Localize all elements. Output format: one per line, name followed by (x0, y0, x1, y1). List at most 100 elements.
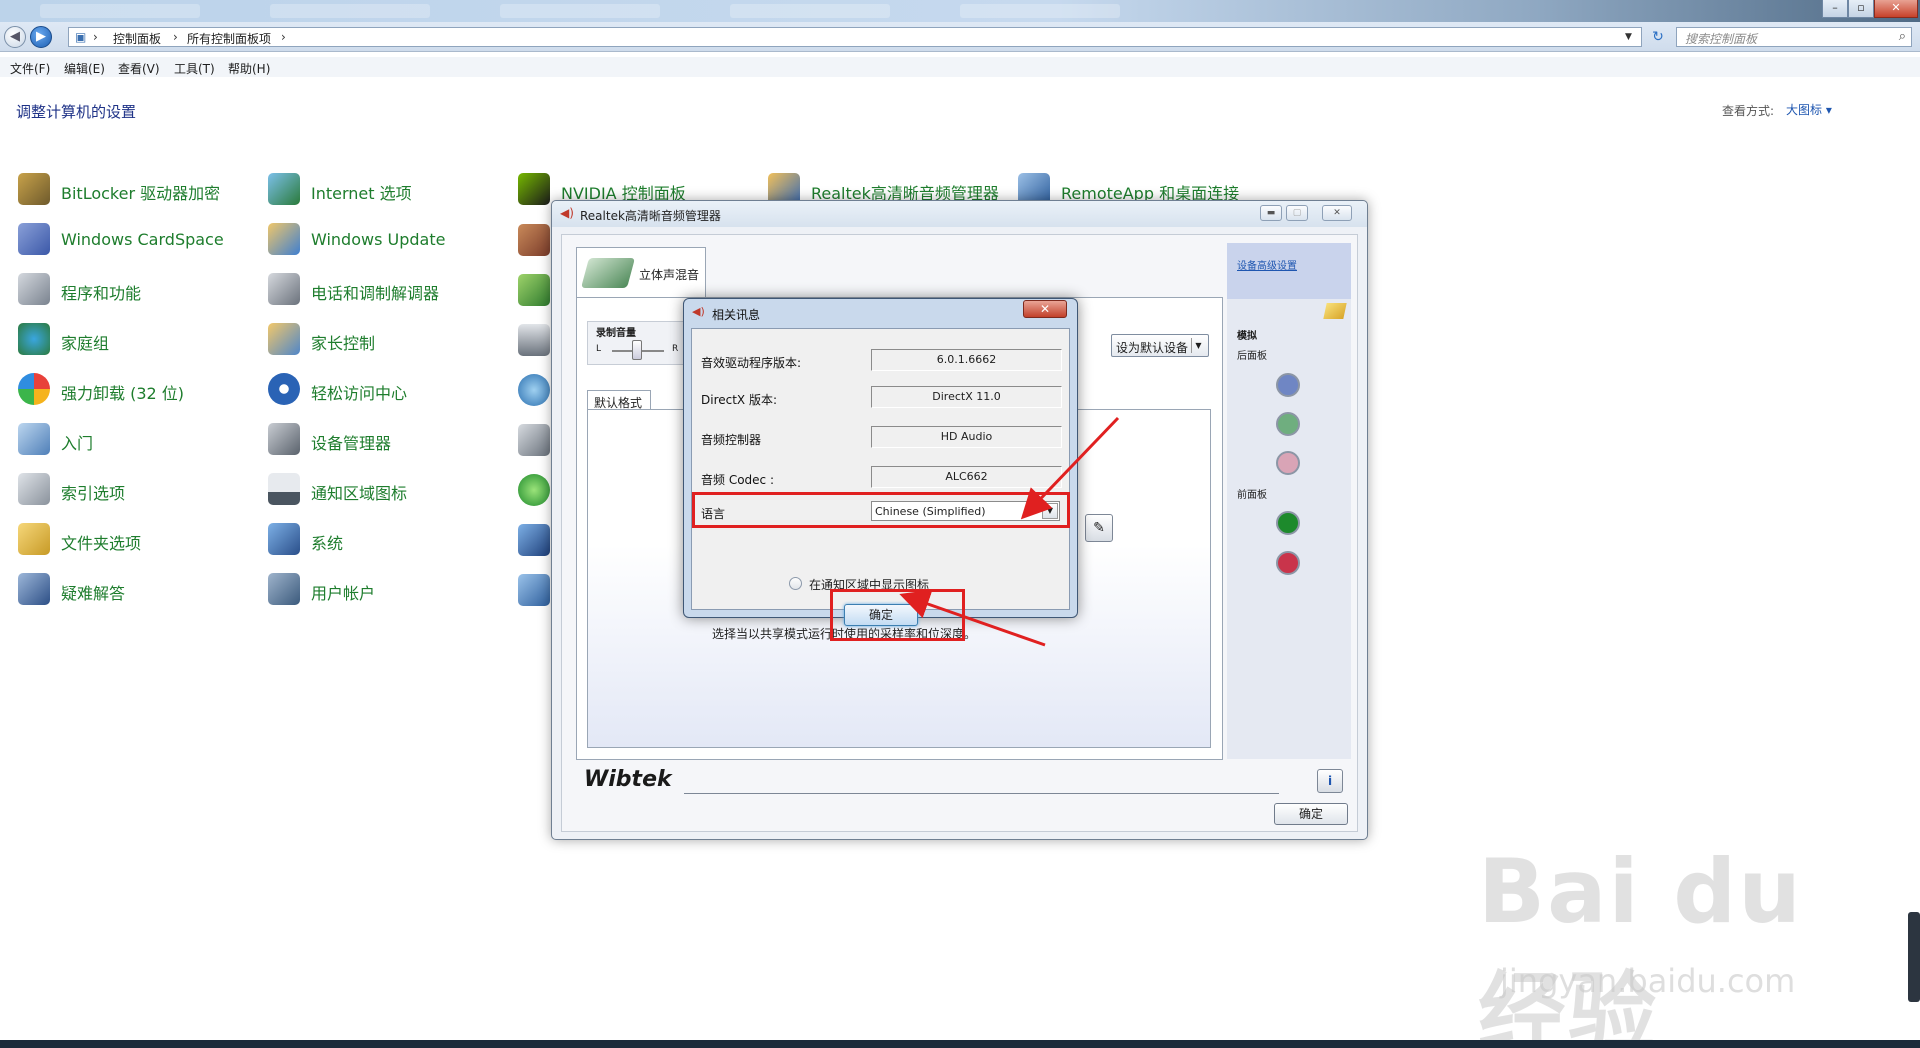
driver-version-label: 音效驱动程序版本: (701, 356, 802, 370)
watermark-url: jingyan.baidu.com (1500, 962, 1796, 1000)
system-icon (268, 523, 300, 555)
getting-started-icon (18, 423, 50, 455)
chevron-right-icon: › (173, 30, 178, 44)
clock-globe-icon[interactable] (518, 374, 550, 406)
menu-view[interactable]: 查看(V) (118, 60, 160, 77)
indexing-icon (18, 473, 50, 505)
search-icon[interactable]: ⌕ (1899, 29, 1906, 44)
ease-of-access-icon (268, 373, 300, 405)
keyboard-icon[interactable] (518, 324, 550, 356)
maximize-button[interactable]: ▫ (1848, 0, 1874, 18)
front-jack-green[interactable] (1276, 511, 1300, 535)
folder-icon[interactable] (1323, 303, 1347, 319)
taskbar-ghost-tab (40, 4, 200, 18)
rear-jack-blue[interactable] (1276, 373, 1300, 397)
device-manager-icon (268, 423, 300, 455)
dropdown-arrow-icon[interactable]: ▼ (1625, 32, 1632, 42)
page-title: 调整计算机的设置 (16, 103, 137, 121)
cp-label: BitLocker 驱动器加密 (61, 184, 221, 203)
dialog-close-button[interactable]: ✕ (1023, 300, 1067, 318)
breadcrumb-all-items[interactable]: 所有控制面板项 (187, 30, 271, 47)
cp-label: Windows Update (311, 230, 446, 249)
cp-label: 用户帐户 (311, 584, 376, 603)
phone-modem-icon (268, 273, 300, 305)
cp-label: 入门 (61, 434, 94, 453)
refresh-icon[interactable]: ↻ (1648, 29, 1668, 45)
realtek-close-button[interactable]: ✕ (1322, 205, 1352, 221)
taskbar-ghost-tab (500, 4, 660, 18)
cp-label: 系统 (311, 534, 344, 553)
folder-options-icon (18, 523, 50, 555)
programs-icon (18, 273, 50, 305)
forward-button[interactable]: ▶ (30, 26, 52, 48)
firewall-icon[interactable] (518, 224, 550, 256)
minimize-button[interactable]: – (1822, 0, 1848, 18)
view-by-label: 查看方式: (1722, 104, 1775, 118)
bitlocker-icon (18, 173, 50, 205)
internet-options-icon (268, 173, 300, 205)
realtek-title: Realtek高清晰音频管理器 (580, 209, 721, 223)
realtek-maximize-button: ▢ (1286, 205, 1308, 221)
advanced-settings-link[interactable]: 设备高级设置 (1237, 257, 1297, 272)
cp-label: 疑难解答 (61, 584, 126, 603)
rear-jack-green[interactable] (1276, 412, 1300, 436)
tab-stereo-mix[interactable]: 立体声混音 (576, 247, 706, 298)
cp-label: 设备管理器 (311, 434, 392, 453)
desktop-gadgets-icon[interactable] (518, 574, 550, 606)
address-field[interactable]: ▣ › 控制面板 › 所有控制面板项 › ▼ (68, 27, 1642, 47)
volume-slider-thumb[interactable] (632, 340, 642, 360)
show-tray-icon-radio[interactable] (789, 577, 802, 590)
chevron-right-icon: › (93, 30, 98, 44)
divider (684, 793, 1279, 794)
view-by-dropdown[interactable]: 大图标 ▾ (1786, 101, 1832, 118)
close-window-button[interactable]: ✕ (1874, 0, 1918, 18)
menu-edit[interactable]: 编辑(E) (64, 60, 105, 77)
menu-tools[interactable]: 工具(T) (174, 60, 215, 77)
cp-label: 电话和调制解调器 (311, 284, 440, 303)
cp-label: 强力卸载 (32 位) (61, 384, 185, 403)
rear-panel-label: 后面板 (1237, 351, 1267, 362)
menu-help[interactable]: 帮助(H) (228, 60, 270, 77)
info-icon[interactable]: i (1317, 769, 1343, 793)
connector-panel: 设备高级设置 模拟 后面板 前面板 (1227, 243, 1351, 759)
speaker-icon: ◀) (560, 206, 574, 220)
set-default-device-dropdown[interactable]: 设为默认设备 ▼ (1111, 334, 1209, 357)
dialog-body: 音效驱动程序版本: 6.0.1.6662 DirectX 版本: DirectX… (691, 328, 1070, 641)
tab-default-format[interactable]: 默认格式 (587, 390, 651, 410)
address-toolbar: ◀ ▶ ▣ › 控制面板 › 所有控制面板项 › ▼ ↻ 搜索控制面板 ⌕ (0, 22, 1920, 52)
info-dialog: ◀) 相关讯息 ✕ 音效驱动程序版本: 6.0.1.6662 DirectX 版… (683, 298, 1078, 641)
uninstaller-icon (18, 373, 50, 405)
driver-version-value: 6.0.1.6662 (871, 349, 1062, 371)
taskbar (0, 1040, 1920, 1048)
brand-logo: Wibtek (584, 767, 672, 792)
realtek-titlebar: ◀) Realtek高清晰音频管理器 ▬ ▢ ✕ (552, 201, 1367, 227)
language-select[interactable]: Chinese (Simplified) ▼ (871, 501, 1060, 521)
display-icon[interactable] (518, 524, 550, 556)
breadcrumb-control-panel[interactable]: 控制面板 (113, 30, 161, 47)
dialog-title: 相关讯息 (712, 308, 761, 322)
audio-codec-label: 音频 Codec : (701, 473, 774, 487)
watermark-logo: Bai du 经验 (1478, 840, 1803, 1048)
cp-label: 文件夹选项 (61, 534, 142, 553)
speaker-icon: ◀) (692, 305, 705, 318)
sync-icon[interactable] (518, 474, 550, 506)
recovery-icon[interactable] (518, 274, 550, 306)
taskbar-ghost-tab (960, 4, 1120, 18)
language-value: Chinese (Simplified) (875, 505, 986, 518)
rear-jack-pink[interactable] (1276, 451, 1300, 475)
back-arrow-icon: ◀ (10, 29, 20, 44)
realtek-minimize-button[interactable]: ▬ (1260, 205, 1282, 221)
audio-codec-value: ALC662 (871, 466, 1062, 488)
dialog-ok-button[interactable]: 确定 (844, 604, 918, 626)
notification-icons-icon (268, 473, 300, 505)
cp-label: 家庭组 (61, 334, 110, 353)
front-jack-red[interactable] (1276, 551, 1300, 575)
scrollbar-thumb[interactable] (1908, 912, 1920, 1002)
printer-icon[interactable] (518, 424, 550, 456)
back-button[interactable]: ◀ (4, 26, 26, 48)
search-input[interactable]: 搜索控制面板 ⌕ (1676, 27, 1912, 47)
directx-version-label: DirectX 版本: (701, 393, 778, 407)
realtek-ok-button[interactable]: 确定 (1274, 803, 1348, 825)
menu-file[interactable]: 文件(F) (10, 60, 50, 77)
eraser-icon[interactable]: ✎ (1085, 514, 1113, 542)
